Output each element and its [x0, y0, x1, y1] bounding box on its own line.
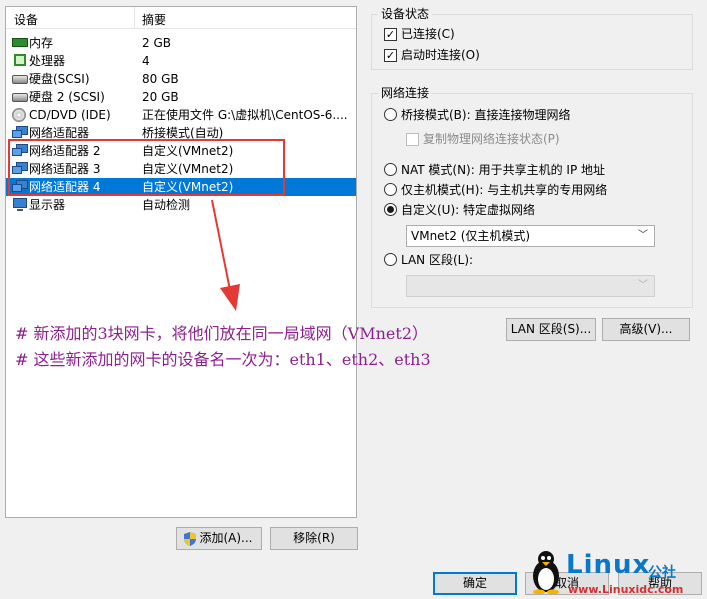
lan-segment-label: LAN 区段(L): [401, 253, 474, 267]
replicate-state-label: 复制物理网络连接状态(P) [423, 132, 560, 146]
down-arrow-icon [211, 199, 240, 311]
device-summary: 2 GB [142, 36, 171, 50]
lan-segment-select[interactable]: ﹀ [406, 275, 655, 297]
vmnet-select-value: VMnet2 (仅主机模式) [411, 229, 531, 243]
device-name: 处理器 [29, 54, 66, 68]
nat-label: NAT 模式(N): 用于共享主机的 IP 地址 [401, 163, 606, 177]
radio-circle[interactable] [384, 163, 397, 176]
network-adapter-icon [12, 144, 28, 158]
list-header: 设备 摘要 [6, 7, 356, 29]
device-name: CD/DVD (IDE) [29, 108, 111, 122]
radio-circle[interactable] [384, 253, 397, 266]
device-row-network-adapter-4[interactable]: 网络适配器 4 自定义(VMnet2) [6, 178, 356, 196]
device-name: 网络适配器 2 [29, 144, 101, 158]
device-summary: 4 [142, 54, 150, 68]
network-connection-title: 网络连接 [378, 86, 433, 100]
device-summary: 自定义(VMnet2) [142, 180, 234, 194]
device-row-cpu[interactable]: 处理器 4 [6, 52, 356, 70]
device-row-network-adapter[interactable]: 网络适配器 桥接模式(自动) [6, 124, 356, 142]
device-name: 硬盘(SCSI) [29, 72, 90, 86]
device-row-hard-disk-2[interactable]: 硬盘 2 (SCSI) 20 GB [6, 88, 356, 106]
connect-at-power-on-label: 启动时连接(O) [401, 48, 480, 62]
radio-circle[interactable] [384, 203, 397, 216]
cpu-icon [14, 54, 26, 66]
network-connection-group: 网络连接 桥接模式(B): 直接连接物理网络 复制物理网络连接状态(P) NAT… [371, 86, 693, 308]
device-row-cd-dvd[interactable]: CD/DVD (IDE) 正在使用文件 G:\虚拟机\CentOS-6.... [6, 106, 356, 124]
ok-button[interactable]: 确定 [433, 572, 517, 595]
checkbox-box[interactable]: ✓ [384, 49, 397, 62]
lan-segments-button[interactable]: LAN 区段(S)... [506, 318, 596, 341]
network-adapter-icon [12, 180, 28, 194]
remove-device-button[interactable]: 移除(R) [270, 527, 358, 550]
hard-disk-icon [12, 93, 28, 102]
device-row-network-adapter-3[interactable]: 网络适配器 3 自定义(VMnet2) [6, 160, 356, 178]
display-icon [12, 198, 28, 212]
hard-disk-icon [12, 75, 28, 84]
network-adapter-icon [12, 126, 28, 140]
annotation-line-1: # 新添加的3块网卡，将他们放在同一局域网（VMnet2） [15, 324, 428, 343]
device-name: 网络适配器 3 [29, 162, 101, 176]
advanced-button[interactable]: 高级(V)... [602, 318, 690, 341]
connected-label: 已连接(C) [401, 27, 455, 41]
device-row-hard-disk[interactable]: 硬盘(SCSI) 80 GB [6, 70, 356, 88]
device-summary: 自动检测 [142, 198, 191, 212]
device-summary: 自定义(VMnet2) [142, 144, 234, 158]
uac-shield-icon [184, 532, 196, 546]
device-name: 网络适配器 [29, 126, 90, 140]
network-adapter-icon [12, 162, 28, 176]
checkbox-box[interactable] [406, 133, 419, 146]
cancel-button[interactable]: 取消 [525, 572, 609, 595]
chevron-down-icon: ﹀ [638, 230, 648, 241]
checkbox-box[interactable]: ✓ [384, 28, 397, 41]
host-only-label: 仅主机模式(H): 与主机共享的专用网络 [401, 183, 608, 197]
column-header-device[interactable]: 设备 [14, 11, 38, 28]
device-status-group: 设备状态 ✓ 已连接(C) ✓ 启动时连接(O) [371, 7, 693, 70]
device-row-display[interactable]: 显示器 自动检测 [6, 196, 356, 214]
device-name: 网络适配器 4 [29, 180, 101, 194]
column-divider[interactable] [134, 7, 135, 28]
device-summary: 80 GB [142, 72, 179, 86]
custom-label: 自定义(U): 特定虚拟网络 [401, 203, 536, 217]
device-summary: 正在使用文件 G:\虚拟机\CentOS-6.... [142, 108, 348, 122]
device-summary: 桥接模式(自动) [142, 126, 224, 140]
radio-circle[interactable] [384, 108, 397, 121]
column-header-summary[interactable]: 摘要 [142, 11, 166, 28]
device-summary: 20 GB [142, 90, 179, 104]
add-device-button[interactable]: 添加(A)... [176, 527, 262, 550]
help-button[interactable]: 帮助 [618, 572, 702, 595]
vmnet-select[interactable]: VMnet2 (仅主机模式) ﹀ [406, 225, 655, 247]
memory-icon [12, 38, 28, 47]
device-row-network-adapter-2[interactable]: 网络适配器 2 自定义(VMnet2) [6, 142, 356, 160]
device-summary: 自定义(VMnet2) [142, 162, 234, 176]
bridged-label: 桥接模式(B): 直接连接物理网络 [401, 108, 571, 122]
radio-circle[interactable] [384, 183, 397, 196]
device-rows: 内存 2 GB 处理器 4 硬盘(SCSI) 80 GB 硬盘 2 (SCSI)… [6, 34, 356, 214]
device-status-title: 设备状态 [378, 7, 433, 21]
device-list[interactable]: 设备 摘要 内存 2 GB 处理器 4 硬盘(SCSI) 80 GB 硬盘 2 … [5, 6, 357, 518]
annotation-line-2: # 这些新添加的网卡的设备名一次为：eth1、eth2、eth3 [15, 350, 431, 369]
device-name: 内存 [29, 36, 54, 50]
chevron-down-icon: ﹀ [638, 280, 648, 291]
cd-dvd-icon [12, 108, 26, 122]
add-device-label: 添加(A)... [199, 531, 253, 545]
device-name: 硬盘 2 (SCSI) [29, 90, 105, 104]
device-name: 显示器 [29, 198, 66, 212]
device-row-memory[interactable]: 内存 2 GB [6, 34, 356, 52]
